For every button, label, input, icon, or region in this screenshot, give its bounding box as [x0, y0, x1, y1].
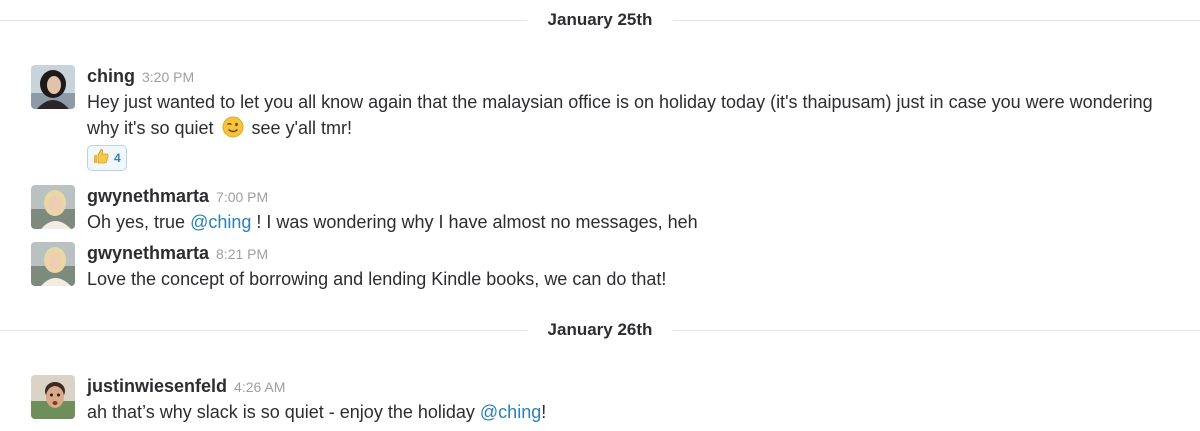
- avatar[interactable]: [31, 65, 75, 109]
- message-author[interactable]: gwynethmarta: [87, 186, 209, 206]
- message-text-part: Hey just wanted to let you all know agai…: [87, 92, 1153, 138]
- message-author[interactable]: ching: [87, 66, 135, 86]
- message-text: Love the concept of borrowing and lendin…: [87, 269, 667, 289]
- message-timestamp[interactable]: 8:21 PM: [216, 246, 268, 262]
- day-divider-label: January 25th: [527, 10, 673, 30]
- reaction-button[interactable]: 4: [87, 145, 127, 171]
- day-divider-label: January 26th: [527, 320, 673, 340]
- message-text-part: see y'all tmr!: [251, 118, 352, 138]
- avatar[interactable]: [31, 185, 75, 229]
- day-divider: January 25th: [0, 10, 1200, 30]
- thumbs-up-icon: [92, 147, 110, 170]
- avatar[interactable]: [31, 242, 75, 286]
- message-timestamp[interactable]: 7:00 PM: [216, 189, 268, 205]
- message-author[interactable]: gwynethmarta: [87, 243, 209, 263]
- reaction-count: 4: [114, 151, 121, 165]
- message-text-part: !: [541, 402, 547, 422]
- message-timestamp[interactable]: 4:26 AM: [234, 379, 285, 395]
- message-timestamp[interactable]: 3:20 PM: [142, 69, 194, 85]
- message-text: Hey just wanted to let you all know agai…: [87, 89, 1182, 141]
- message-text: ah that’s why slack is so quiet - enjoy …: [87, 399, 1182, 425]
- user-mention[interactable]: @ching: [190, 212, 251, 232]
- message-text: Oh yes, true @ching ! I was wondering wh…: [87, 209, 1182, 235]
- day-divider: January 26th: [0, 320, 1200, 340]
- message-text-part: ah that’s why slack is so quiet - enjoy …: [87, 402, 475, 422]
- winking-face-icon: [222, 116, 244, 138]
- message-text-part: ! I was wondering why I have almost no m…: [256, 212, 698, 232]
- avatar[interactable]: [31, 375, 75, 419]
- message-author[interactable]: justinwiesenfeld: [87, 376, 227, 396]
- user-mention[interactable]: @ching: [480, 402, 541, 422]
- message-text-part: Oh yes, true: [87, 212, 186, 232]
